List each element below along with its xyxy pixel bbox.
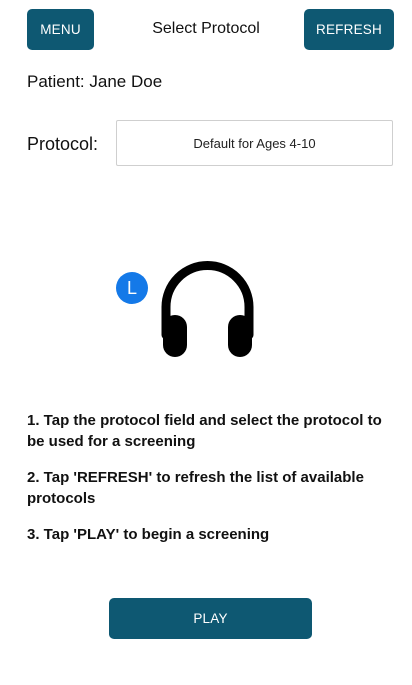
- left-ear-badge: L: [116, 272, 148, 304]
- instruction-item: 1. Tap the protocol field and select the…: [27, 412, 382, 450]
- instruction-item: 3. Tap 'PLAY' to begin a screening: [27, 526, 270, 543]
- protocol-label: Protocol:: [27, 134, 99, 154]
- patient-name: Patient: Jane Doe: [27, 72, 163, 91]
- headphones-icon: [161, 261, 254, 357]
- refresh-button[interactable]: REFRESH: [304, 9, 394, 50]
- instructions-list: 1. Tap the protocol field and select the…: [27, 410, 399, 560]
- instruction-item: 2. Tap 'REFRESH' to refresh the list of …: [27, 469, 364, 507]
- protocol-select-field[interactable]: Default for Ages 4-10: [116, 120, 393, 166]
- play-button[interactable]: PLAY: [109, 598, 312, 639]
